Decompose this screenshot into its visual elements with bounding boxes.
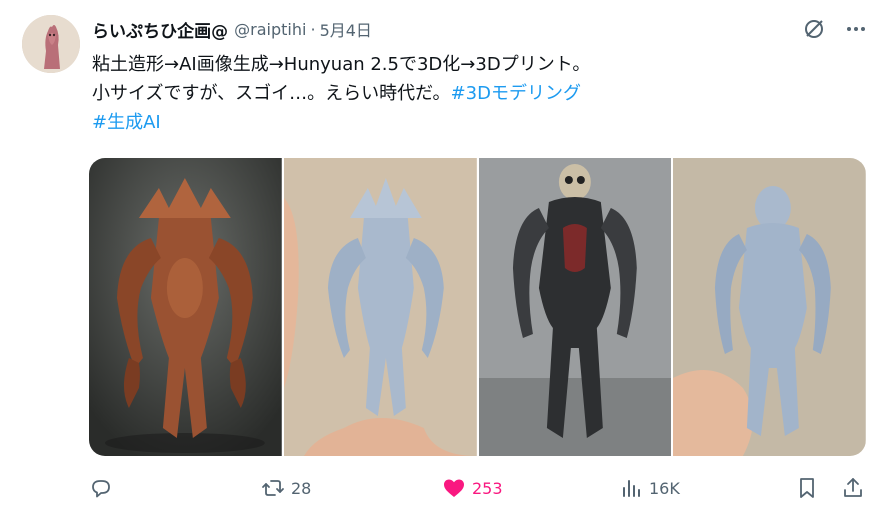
retweet-count: 28: [291, 478, 312, 498]
tweet-top-actions: [801, 16, 869, 42]
share-icon: [841, 476, 865, 500]
separator-dot: ·: [310, 19, 316, 39]
tweet-header: らいぷちひ企画@ @raiptihi · 5月4日: [92, 17, 372, 42]
horse-figure-avatar-image: [22, 15, 80, 73]
printed-skull-robot-photo[interactable]: [673, 158, 866, 456]
printed-crab-monster-photo[interactable]: [283, 158, 477, 456]
avatar[interactable]: [22, 15, 80, 73]
views-button[interactable]: 16K: [619, 472, 680, 504]
tweet-line-2: 小サイズですが、スゴイ…。えらい時代だ。#3Dモデリング: [92, 79, 872, 108]
tweet-line-2-text: 小サイズですが、スゴイ…。えらい時代だ。: [92, 83, 451, 104]
hashtag-generative-ai[interactable]: #生成AI: [92, 112, 161, 133]
retweet-button[interactable]: 28: [261, 472, 311, 504]
share-button[interactable]: [841, 472, 865, 504]
tweet-text: 粘土造形→AI画像生成→Hunyuan 2.5で3D化→3Dプリント。 小サイズ…: [92, 50, 872, 137]
media-gallery: [89, 158, 866, 456]
bookmark-icon: [795, 476, 819, 500]
user-handle[interactable]: @raiptihi: [234, 20, 306, 39]
grok-icon[interactable]: [801, 16, 827, 42]
more-options-icon[interactable]: [843, 16, 869, 42]
retweet-icon: [261, 476, 285, 500]
like-count: 253: [472, 478, 503, 498]
tweet-line-1: 粘土造形→AI画像生成→Hunyuan 2.5で3D化→3Dプリント。: [92, 54, 591, 75]
tweet-action-bar: 28 253 16K: [89, 472, 867, 504]
clay-crab-monster-photo[interactable]: [89, 158, 282, 456]
tweet-line-3: #生成AI: [92, 108, 872, 137]
display-name[interactable]: らいぷちひ企画@: [92, 17, 228, 42]
views-icon: [619, 476, 643, 500]
tweet-date[interactable]: 5月4日: [320, 17, 372, 41]
bookmark-button[interactable]: [795, 472, 819, 504]
skull-robot-render-photo[interactable]: [478, 158, 672, 456]
heart-icon: [442, 476, 466, 500]
hashtag-3d-modeling[interactable]: #3Dモデリング: [451, 83, 581, 104]
views-count: 16K: [649, 478, 680, 498]
like-button[interactable]: 253: [442, 472, 503, 504]
reply-icon: [89, 476, 113, 500]
reply-button[interactable]: [89, 472, 113, 504]
